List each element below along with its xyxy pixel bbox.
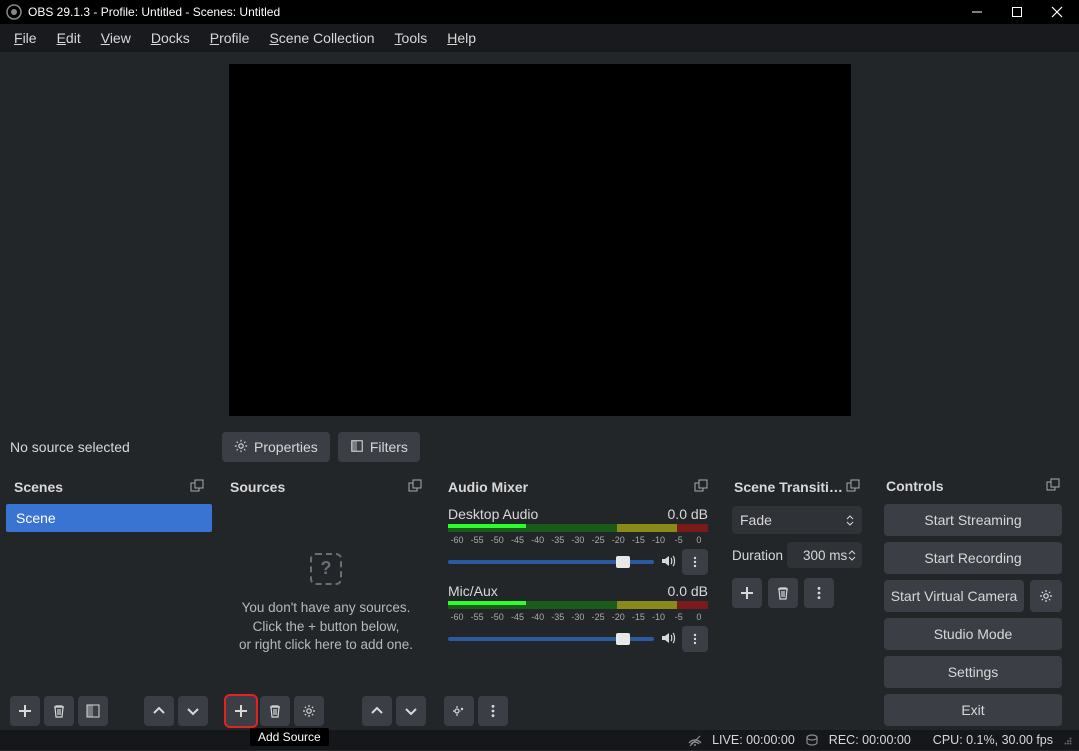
- add-transition-button[interactable]: [732, 578, 762, 608]
- popout-icon[interactable]: [1046, 478, 1060, 495]
- duration-label: Duration: [732, 548, 783, 563]
- remove-transition-button[interactable]: [768, 578, 798, 608]
- status-rec: REC: 00:00:00: [829, 733, 911, 747]
- question-placeholder-icon: ?: [310, 553, 342, 585]
- network-status-icon: [688, 733, 702, 747]
- remove-scene-button[interactable]: [44, 696, 74, 726]
- menu-tools[interactable]: Tools: [385, 26, 438, 50]
- preview-canvas[interactable]: [229, 64, 851, 416]
- speaker-icon[interactable]: [660, 553, 676, 572]
- audio-ticks: -60-55-50-45-40-35-30-25-20-15-10-50: [448, 612, 708, 622]
- menu-edit[interactable]: Edit: [47, 26, 91, 50]
- source-toolbar: No source selected Properties Filters: [0, 422, 1079, 472]
- transition-properties-button[interactable]: [804, 578, 834, 608]
- audio-channel-mic: Mic/Aux 0.0 dB -60-55-50-45-40-35-30-25-…: [448, 583, 708, 652]
- menu-docks[interactable]: Docks: [141, 26, 200, 50]
- window-title: OBS 29.1.3 - Profile: Untitled - Scenes:…: [28, 5, 957, 19]
- transitions-dock: Scene Transiti… Fade Duration 300 ms: [724, 472, 870, 730]
- popout-icon[interactable]: [190, 479, 204, 496]
- start-streaming-button[interactable]: Start Streaming: [884, 504, 1062, 536]
- updown-icon: [846, 514, 854, 527]
- channel-name: Mic/Aux: [448, 583, 668, 599]
- move-source-up-button[interactable]: [362, 696, 392, 726]
- add-scene-button[interactable]: [10, 696, 40, 726]
- gear-icon: [234, 439, 248, 456]
- popout-icon[interactable]: [408, 479, 422, 496]
- remove-source-button[interactable]: [260, 696, 290, 726]
- start-virtual-camera-button[interactable]: Start Virtual Camera: [884, 580, 1024, 612]
- audio-ticks: -60-55-50-45-40-35-30-25-20-15-10-50: [448, 535, 708, 545]
- transition-select[interactable]: Fade: [732, 506, 862, 534]
- move-scene-down-button[interactable]: [178, 696, 208, 726]
- transitions-title: Scene Transiti…: [734, 479, 846, 495]
- updown-icon: [848, 549, 856, 562]
- mixer-menu-button[interactable]: [478, 696, 508, 726]
- no-source-label: No source selected: [8, 439, 214, 455]
- sources-empty-text: You don't have any sources. Click the + …: [239, 599, 413, 656]
- virtual-camera-settings-button[interactable]: [1030, 580, 1062, 612]
- preview-area[interactable]: [0, 52, 1079, 422]
- menubar: File Edit View Docks Profile Scene Colle…: [0, 24, 1079, 52]
- menu-file[interactable]: File: [4, 26, 47, 50]
- scenes-title: Scenes: [14, 479, 190, 495]
- menu-help[interactable]: Help: [437, 26, 486, 50]
- filters-icon: [350, 439, 364, 456]
- sources-title: Sources: [230, 479, 408, 495]
- volume-slider[interactable]: [448, 560, 654, 564]
- speaker-icon[interactable]: [660, 630, 676, 649]
- scenes-list[interactable]: Scene: [4, 502, 214, 692]
- controls-dock: Controls Start Streaming Start Recording…: [876, 472, 1070, 730]
- mixer-title: Audio Mixer: [448, 479, 694, 495]
- scenes-dock: Scenes Scene: [4, 472, 214, 730]
- exit-button[interactable]: Exit: [884, 694, 1062, 726]
- channel-name: Desktop Audio: [448, 506, 668, 522]
- audio-channel-desktop: Desktop Audio 0.0 dB -60-55-50-45-40-35-…: [448, 506, 708, 575]
- move-scene-up-button[interactable]: [144, 696, 174, 726]
- move-source-down-button[interactable]: [396, 696, 426, 726]
- source-properties-button[interactable]: [294, 696, 324, 726]
- disk-status-icon: [805, 733, 819, 747]
- start-recording-button[interactable]: Start Recording: [884, 542, 1062, 574]
- menu-profile[interactable]: Profile: [200, 26, 260, 50]
- studio-mode-button[interactable]: Studio Mode: [884, 618, 1062, 650]
- menu-scene-collection[interactable]: Scene Collection: [259, 26, 384, 50]
- add-source-button[interactable]: [226, 696, 256, 726]
- mixer-settings-button[interactable]: [444, 696, 474, 726]
- obs-app-icon: [6, 4, 22, 20]
- maximize-button[interactable]: [997, 0, 1037, 24]
- popout-icon[interactable]: [846, 479, 860, 496]
- scene-filter-button[interactable]: [78, 696, 108, 726]
- popout-icon[interactable]: [694, 479, 708, 496]
- properties-button[interactable]: Properties: [222, 432, 330, 462]
- channel-options-button[interactable]: [682, 626, 708, 652]
- status-cpu: CPU: 0.1%, 30.00 fps: [933, 733, 1053, 747]
- channel-db: 0.0 dB: [668, 506, 708, 522]
- status-live: LIVE: 00:00:00: [712, 733, 795, 747]
- audio-meter: [448, 601, 708, 609]
- channel-options-button[interactable]: [682, 549, 708, 575]
- minimize-button[interactable]: [957, 0, 997, 24]
- channel-db: 0.0 dB: [668, 583, 708, 599]
- volume-slider[interactable]: [448, 637, 654, 641]
- settings-button[interactable]: Settings: [884, 656, 1062, 688]
- resize-grip[interactable]: [1063, 738, 1073, 748]
- sources-dock: Sources ? You don't have any sources. Cl…: [220, 472, 432, 730]
- sources-empty-area[interactable]: ? You don't have any sources. Click the …: [220, 502, 432, 692]
- titlebar: OBS 29.1.3 - Profile: Untitled - Scenes:…: [0, 0, 1079, 24]
- close-button[interactable]: [1037, 0, 1077, 24]
- duration-spinner[interactable]: 300 ms: [787, 542, 862, 568]
- controls-title: Controls: [886, 478, 1046, 494]
- menu-view[interactable]: View: [91, 26, 141, 50]
- scene-item[interactable]: Scene: [6, 504, 212, 532]
- filters-button[interactable]: Filters: [338, 432, 420, 462]
- add-source-tooltip: Add Source: [250, 728, 329, 746]
- audio-mixer-dock: Audio Mixer Desktop Audio 0.0 dB -60-55-…: [438, 472, 718, 730]
- audio-meter: [448, 524, 708, 532]
- status-bar: LIVE: 00:00:00 REC: 00:00:00 CPU: 0.1%, …: [0, 730, 1079, 750]
